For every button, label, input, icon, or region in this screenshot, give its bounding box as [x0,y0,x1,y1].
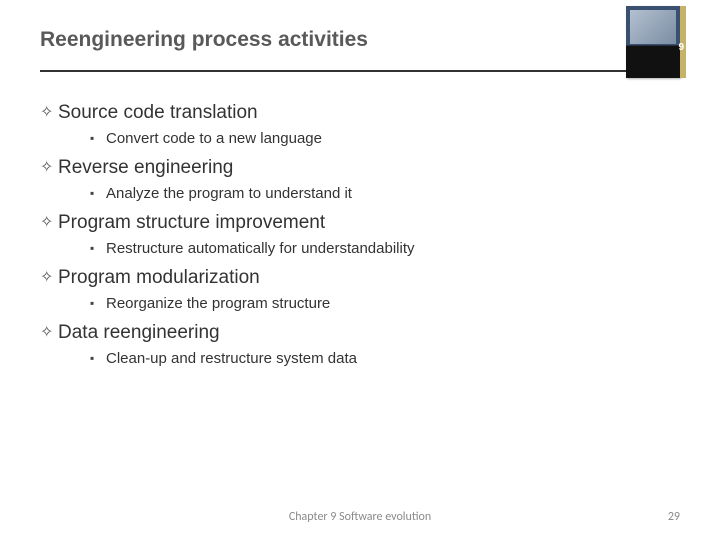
slide-body: ✧Source code translation ▪Convert code t… [0,72,720,367]
square-bullet-icon: ▪ [90,351,106,365]
book-edition-number: 9 [678,42,684,53]
slide-title: Reengineering process activities [40,28,680,52]
bullet-level1: ✧Reverse engineering [40,157,680,179]
footer-chapter: Chapter 9 Software evolution [0,510,720,524]
bullet-level1: ✧Program modularization [40,267,680,289]
page-number: 29 [668,510,680,524]
diamond-bullet-icon: ✧ [40,212,58,232]
bullet-text: Restructure automatically for understand… [106,240,414,257]
bullet-level2: ▪Clean-up and restructure system data [90,350,680,367]
bullet-level1: ✧Source code translation [40,102,680,124]
bullet-level2: ▪Reorganize the program structure [90,295,680,312]
diamond-bullet-icon: ✧ [40,157,58,177]
bullet-level1: ✧Data reengineering [40,322,680,344]
diamond-bullet-icon: ✧ [40,102,58,122]
slide-header: Reengineering process activities 9 [0,0,720,60]
diamond-bullet-icon: ✧ [40,322,58,342]
bullet-level2: ▪Convert code to a new language [90,130,680,147]
bullet-text: Program structure improvement [58,212,325,233]
square-bullet-icon: ▪ [90,186,106,200]
bullet-text: Convert code to a new language [106,130,322,147]
bullet-text: Analyze the program to understand it [106,185,352,202]
bullet-text: Program modularization [58,267,260,288]
diamond-bullet-icon: ✧ [40,267,58,287]
square-bullet-icon: ▪ [90,131,106,145]
square-bullet-icon: ▪ [90,296,106,310]
bullet-text: Clean-up and restructure system data [106,350,357,367]
bullet-text: Reorganize the program structure [106,295,330,312]
square-bullet-icon: ▪ [90,241,106,255]
bullet-text: Data reengineering [58,322,220,343]
bullet-level1: ✧Program structure improvement [40,212,680,234]
bullet-text: Reverse engineering [58,157,233,178]
bullet-text: Source code translation [58,102,258,123]
bullet-level2: ▪Restructure automatically for understan… [90,240,680,257]
bullet-level2: ▪Analyze the program to understand it [90,185,680,202]
book-cover-icon: 9 [626,6,680,78]
